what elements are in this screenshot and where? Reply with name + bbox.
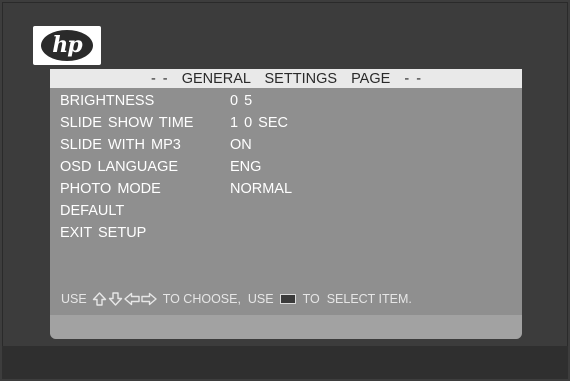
- menu-item-value: 0 5: [230, 93, 253, 109]
- menu-item-value: 1 0 SEC: [230, 115, 288, 131]
- menu-item-label: OSD LANGUAGE: [60, 159, 179, 175]
- hint-middle: TO CHOOSE, USE: [162, 292, 274, 306]
- menu-item-label: PHOTO MODE: [60, 181, 161, 197]
- hp-logo-text: hp: [52, 31, 82, 58]
- panel-footer-strip: [50, 315, 522, 339]
- bottom-band: [2, 346, 568, 379]
- menu-item-osd-language[interactable]: OSD LANGUAGE ENG: [60, 157, 261, 177]
- arrow-right-icon: [141, 292, 157, 306]
- arrow-up-icon: [92, 292, 106, 306]
- page-title: - - GENERAL SETTINGS PAGE - -: [50, 69, 522, 88]
- menu-item-label: BRIGHTNESS: [60, 93, 155, 109]
- menu-item-label: SLIDE WITH MP3: [60, 137, 181, 153]
- menu-item-label: DEFAULT: [60, 203, 125, 219]
- menu-item-label: SLIDE SHOW TIME: [60, 115, 194, 131]
- menu-item-slide-with-mp3[interactable]: SLIDE WITH MP3 ON: [60, 135, 252, 155]
- menu-item-photo-mode[interactable]: PHOTO MODE NORMAL: [60, 179, 292, 199]
- enter-key-icon: [279, 294, 296, 304]
- menu-item-label: EXIT SETUP: [60, 225, 147, 241]
- arrow-left-icon: [124, 292, 140, 306]
- navigation-hint: USE TO CHOOSE, USE TO SELECT ITEM.: [61, 290, 412, 308]
- menu-item-value: ENG: [230, 159, 262, 175]
- settings-panel: - - GENERAL SETTINGS PAGE - - BRIGHTNESS…: [50, 69, 522, 339]
- menu-item-slide-show-time[interactable]: SLIDE SHOW TIME 1 0 SEC: [60, 113, 288, 133]
- menu-item-default[interactable]: DEFAULT: [60, 201, 124, 221]
- menu-item-exit-setup[interactable]: EXIT SETUP: [60, 223, 146, 243]
- hp-logo: hp: [33, 26, 101, 65]
- arrow-keys-group: [92, 292, 158, 306]
- hint-suffix: TO SELECT ITEM.: [302, 292, 412, 306]
- arrow-down-icon: [108, 292, 122, 306]
- menu-item-brightness[interactable]: BRIGHTNESS 0 5: [60, 91, 252, 111]
- menu-item-value: ON: [230, 137, 252, 153]
- hint-prefix: USE: [61, 292, 87, 306]
- hp-logo-circle: hp: [41, 30, 93, 61]
- menu-item-value: NORMAL: [230, 181, 293, 197]
